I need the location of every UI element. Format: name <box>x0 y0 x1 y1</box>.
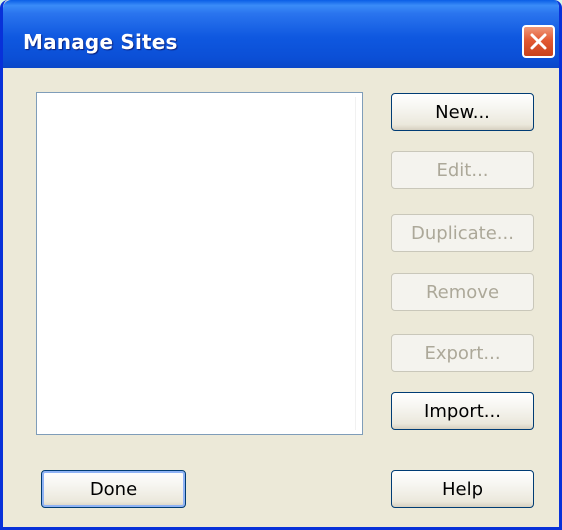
new-site-button[interactable]: New... <box>391 93 534 131</box>
dialog-title: Manage Sites <box>23 30 178 54</box>
dialog-body: New... Edit... Duplicate... Remove Expor… <box>3 68 559 527</box>
edit-site-button[interactable]: Edit... <box>391 151 534 189</box>
manage-sites-dialog: Manage Sites New... Edit... Duplicate...… <box>0 0 562 530</box>
help-button[interactable]: Help <box>391 470 534 508</box>
export-site-button[interactable]: Export... <box>391 334 534 372</box>
done-button[interactable]: Done <box>41 470 186 508</box>
duplicate-site-button[interactable]: Duplicate... <box>391 214 534 252</box>
close-button[interactable] <box>522 25 555 58</box>
remove-site-button[interactable]: Remove <box>391 273 534 311</box>
list-inner-edge <box>355 97 356 430</box>
title-bar[interactable]: Manage Sites <box>3 0 559 68</box>
import-site-button[interactable]: Import... <box>391 392 534 430</box>
site-list[interactable] <box>36 92 363 435</box>
close-icon <box>530 33 547 50</box>
